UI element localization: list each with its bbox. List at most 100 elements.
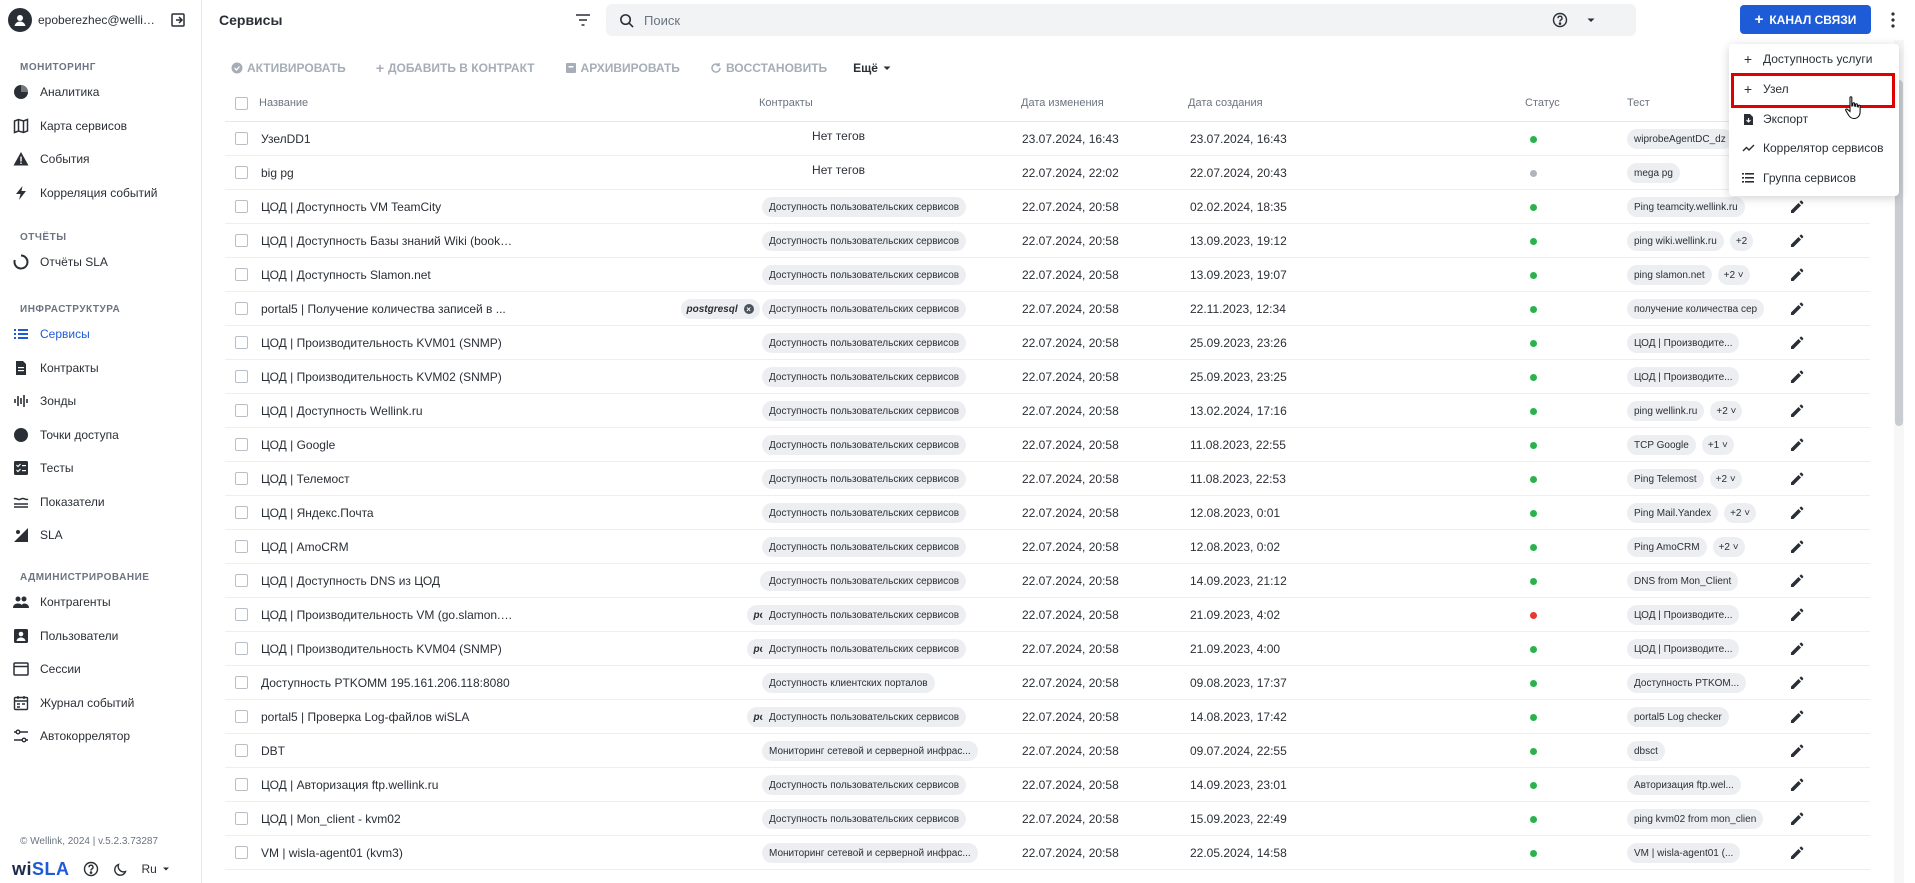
row-checkbox[interactable]	[235, 642, 248, 655]
language-select[interactable]: Ru	[142, 862, 171, 876]
contract-chip[interactable]: Доступность пользовательских сервисов	[762, 197, 967, 217]
test-chip[interactable]: dbsct	[1627, 741, 1665, 761]
table-row[interactable]: ЦОД | Доступность DNS из ЦОДЦОД×DNS×Дост…	[225, 564, 1870, 598]
restore-button[interactable]: ВОССТАНОВИТЬ	[710, 61, 827, 75]
sidebar-item[interactable]: Журнал событий	[12, 689, 196, 717]
table-row[interactable]: ЦОД | Доступность Базы знаний Wiki (book…	[225, 224, 1870, 258]
more-tests-chip[interactable]: +2 ˅	[1717, 265, 1750, 285]
row-checkbox[interactable]	[235, 370, 248, 383]
sidebar-item[interactable]: Контрагенты	[12, 588, 196, 616]
test-chip[interactable]: DNS from Mon_Client	[1627, 571, 1739, 591]
column-name[interactable]: Название	[259, 97, 308, 109]
sidebar-item[interactable]: Автокоррелятор	[12, 722, 196, 750]
row-checkbox[interactable]	[235, 540, 248, 553]
row-checkbox[interactable]	[235, 846, 248, 859]
user-row[interactable]: epoberezhec@wellink.ru	[8, 8, 196, 32]
row-checkbox[interactable]	[235, 812, 248, 825]
edit-icon[interactable]	[1788, 300, 1806, 318]
more-vert-icon[interactable]	[1883, 10, 1903, 30]
row-checkbox[interactable]	[235, 438, 248, 451]
edit-icon[interactable]	[1788, 436, 1806, 454]
service-name[interactable]: ЦОД | Авторизация ftp.wellink.ru	[261, 778, 513, 792]
close-icon[interactable]: ×	[743, 304, 754, 314]
contract-chip[interactable]: Доступность пользовательских сервисов	[762, 299, 967, 319]
contract-chip[interactable]: Доступность пользовательских сервисов	[762, 401, 967, 421]
row-checkbox[interactable]	[235, 268, 248, 281]
column-created[interactable]: Дата создания	[1188, 97, 1263, 109]
service-name[interactable]: ЦОД | AmoCRM	[261, 540, 513, 554]
sidebar-item[interactable]: Аналитика	[12, 78, 196, 106]
test-chip[interactable]: Доступность PTKOM...	[1627, 673, 1747, 693]
edit-icon[interactable]	[1788, 334, 1806, 352]
column-status[interactable]: Статус	[1525, 97, 1560, 109]
test-chip[interactable]: ЦОД | Производите...	[1627, 367, 1740, 387]
service-name[interactable]: ЦОД | Google	[261, 438, 513, 452]
contract-chip[interactable]: Доступность пользовательских сервисов	[762, 265, 967, 285]
test-chip[interactable]: получение количества сер	[1627, 299, 1765, 319]
service-name[interactable]: ЦОД | Производительность KVM01 (SNMP)	[261, 336, 513, 350]
test-chip[interactable]: wiprobeAgentDC_dz	[1627, 129, 1733, 149]
test-chip[interactable]: ping wiki.wellink.ru	[1627, 231, 1724, 251]
contract-chip[interactable]: Доступность пользовательских сервисов	[762, 333, 967, 353]
search-bar[interactable]	[606, 4, 1636, 36]
row-checkbox[interactable]	[235, 710, 248, 723]
row-checkbox[interactable]	[235, 506, 248, 519]
table-row[interactable]: ЦОД | Доступность Slamon.netЦОД×Доступно…	[225, 258, 1870, 292]
test-chip[interactable]: ping wellink.ru	[1627, 401, 1705, 421]
more-tests-chip[interactable]: +2 ˅	[1709, 469, 1742, 489]
column-test[interactable]: Тест	[1627, 97, 1650, 109]
tag-chip[interactable]: postgresql ×	[680, 299, 760, 319]
row-checkbox[interactable]	[235, 234, 248, 247]
service-name[interactable]: УзелDD1	[261, 132, 513, 146]
test-chip[interactable]: TCP Google	[1627, 435, 1696, 455]
test-chip[interactable]: ЦОД | Производите...	[1627, 639, 1740, 659]
channel-button[interactable]: + КАНАЛ СВЯЗИ	[1740, 5, 1871, 34]
test-chip[interactable]: Ping Mail.Yandex	[1627, 503, 1719, 523]
test-chip[interactable]: VM | wisla-agent01 (...	[1627, 843, 1741, 863]
search-input[interactable]	[644, 12, 1524, 28]
edit-icon[interactable]	[1788, 504, 1806, 522]
sidebar-item[interactable]: SLA	[12, 521, 196, 549]
sidebar-item[interactable]: Контракты	[12, 354, 196, 382]
service-name[interactable]: ЦОД | Доступность DNS из ЦОД	[261, 574, 513, 588]
contract-chip[interactable]: Доступность пользовательских сервисов	[762, 707, 967, 727]
edit-icon[interactable]	[1788, 470, 1806, 488]
edit-icon[interactable]	[1788, 742, 1806, 760]
row-checkbox[interactable]	[235, 404, 248, 417]
service-name[interactable]: portal5 | Проверка Log-файлов wiSLA	[261, 710, 513, 724]
search-help-icon[interactable]	[1550, 10, 1570, 30]
row-checkbox[interactable]	[235, 676, 248, 689]
table-row[interactable]: portal5 | Получение количества записей в…	[225, 292, 1870, 326]
test-chip[interactable]: Авторизация ftp.wel...	[1627, 775, 1741, 795]
sidebar-item[interactable]: Зонды	[12, 387, 196, 415]
service-name[interactable]: ЦОД | Mon_client - kvm02	[261, 812, 513, 826]
edit-icon[interactable]	[1788, 776, 1806, 794]
menu-item[interactable]: + Доступность услуги	[1729, 45, 1899, 73]
sidebar-item[interactable]: Точки доступа	[12, 421, 196, 449]
edit-icon[interactable]	[1788, 266, 1806, 284]
edit-icon[interactable]	[1788, 844, 1806, 862]
contract-chip[interactable]: Доступность пользовательских сервисов	[762, 605, 967, 625]
filter-icon[interactable]	[573, 10, 593, 30]
contract-chip[interactable]: Доступность пользовательских сервисов	[762, 775, 967, 795]
service-name[interactable]: Доступность PTKOMM 195.161.206.118:8080	[261, 676, 513, 690]
more-button[interactable]: Ещё	[853, 61, 892, 75]
edit-icon[interactable]	[1788, 640, 1806, 658]
row-checkbox[interactable]	[235, 472, 248, 485]
avatar[interactable]	[8, 8, 32, 32]
row-checkbox[interactable]	[235, 132, 248, 145]
edit-icon[interactable]	[1788, 606, 1806, 624]
service-name[interactable]: VM | wisla-agent01 (kvm3)	[261, 846, 513, 860]
table-row[interactable]: ЦОД | ТелемостЦОД×Доступность пользовате…	[225, 462, 1870, 496]
contract-chip[interactable]: Доступность пользовательских сервисов	[762, 469, 967, 489]
edit-icon[interactable]	[1788, 232, 1806, 250]
table-row[interactable]: portal5 | Проверка Log-файлов wiSLA porta…	[225, 700, 1870, 734]
table-row[interactable]: ЦОД | Авторизация ftp.wellink.ruЦОД×Дост…	[225, 768, 1870, 802]
row-checkbox[interactable]	[235, 302, 248, 315]
table-row[interactable]: big pg Нет тегов 22.07.2024, 22:02 22.07.20…	[225, 156, 1870, 190]
row-checkbox[interactable]	[235, 608, 248, 621]
service-name[interactable]: DBT	[261, 744, 513, 758]
sidebar-item[interactable]: Показатели	[12, 488, 196, 516]
edit-icon[interactable]	[1788, 572, 1806, 590]
row-checkbox[interactable]	[235, 200, 248, 213]
